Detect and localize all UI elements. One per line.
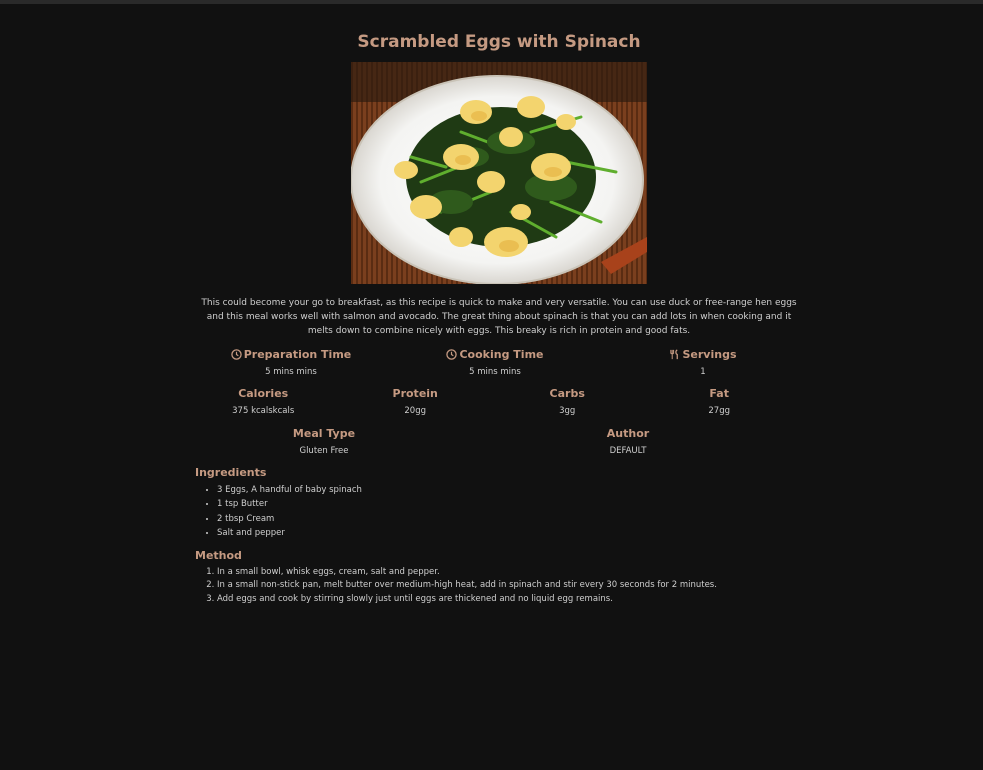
carbs: Carbs 3gg [499,386,635,418]
meal-type-value: Gluten Free [299,446,349,456]
ingredients-title: Ingredients [195,466,267,479]
author: Author DEFAULT [453,426,803,458]
cook-time-value: 5 mins mins [469,367,521,377]
ingredients-section: Ingredients 3 Eggs, A handful of baby sp… [195,465,803,540]
servings-heading: Servings [603,347,803,363]
calories-value: 375 kcalskcals [232,406,295,416]
fat: Fat 27gg [635,386,803,418]
method-section: Method In a small bowl, whisk eggs, crea… [195,548,803,606]
utensils-icon [669,349,680,365]
carbs-value: 3gg [559,406,576,416]
fat-value: 27gg [708,406,730,416]
author-value: DEFAULT [609,446,647,456]
times-row: Preparation Time 5 mins mins Cooking Tim… [195,347,803,379]
ingredients-list: 3 Eggs, A handful of baby spinach 1 tsp … [195,483,803,540]
protein-label: Protein [392,387,438,400]
ingredient-item: 3 Eggs, A handful of baby spinach [217,483,803,497]
ingredient-item: 1 tsp Butter [217,497,803,511]
calories: Calories 375 kcalskcals [195,386,331,418]
method-list: In a small bowl, whisk eggs, cream, salt… [195,566,803,606]
recipe-image [351,62,647,284]
cook-time-heading: Cooking Time [387,347,603,363]
carbs-label: Carbs [549,387,585,400]
protein-value: 20gg [404,406,426,416]
window-top-bar [0,0,983,4]
recipe-photo [351,62,647,284]
servings-label: Servings [682,348,737,361]
calories-label: Calories [238,387,289,400]
recipe-description: This could become your go to breakfast, … [201,298,797,336]
ingredient-item: 2 tbsp Cream [217,512,803,526]
cook-time: Cooking Time 5 mins mins [387,347,603,379]
protein: Protein 20gg [331,386,499,418]
method-title: Method [195,549,242,563]
prep-time: Preparation Time 5 mins mins [195,347,387,379]
author-label: Author [606,427,650,440]
method-step: In a small non-stick pan, melt butter ov… [217,579,803,592]
prep-time-label: Preparation Time [243,348,352,361]
cook-time-label: Cooking Time [459,348,544,361]
prep-time-heading: Preparation Time [195,347,387,363]
method-step: Add eggs and cook by stirring slowly jus… [217,593,803,606]
fat-label: Fat [709,387,729,400]
ingredient-item: Salt and pepper [217,526,803,540]
recipe-page: Scrambled Eggs with Spinach This could b… [195,30,803,606]
recipe-title: Scrambled Eggs with Spinach [357,32,641,52]
meal-type-label: Meal Type [292,427,356,440]
meal-type: Meal Type Gluten Free [195,426,453,458]
clock-icon [446,349,458,365]
prep-time-value: 5 mins mins [265,367,317,377]
clock-icon [230,349,242,365]
servings-value: 1 [700,367,706,377]
method-step: In a small bowl, whisk eggs, cream, salt… [217,566,803,579]
meta-row: Meal Type Gluten Free Author DEFAULT [195,426,803,458]
nutrition-row: Calories 375 kcalskcals Protein 20gg Car… [195,386,803,418]
servings: Servings 1 [603,347,803,379]
